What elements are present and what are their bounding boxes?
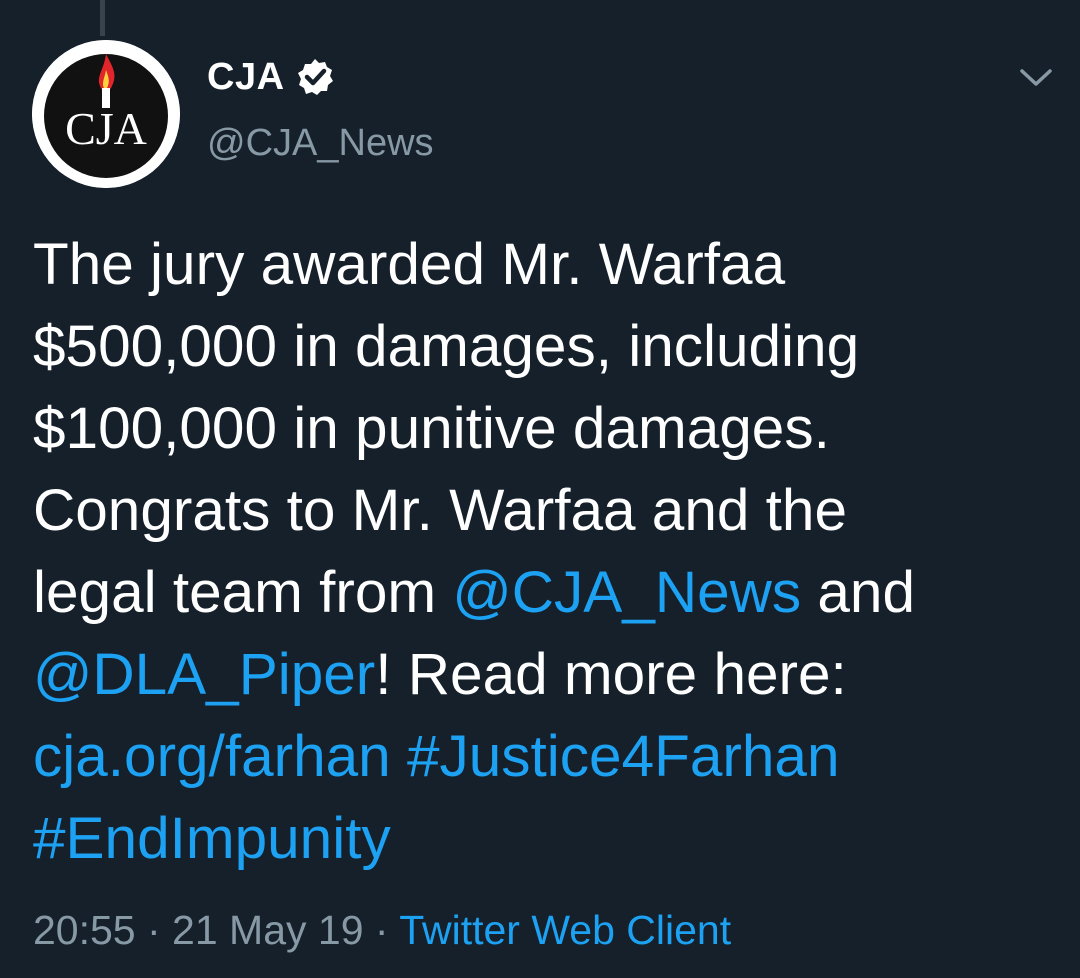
hashtag-link-justice4farhan[interactable]: #Justice4Farhan [407,724,840,789]
tweet-text-space [391,724,407,789]
tweet-text-line: Congrats to Mr. Warfaa and the [33,478,847,543]
chevron-down-icon[interactable] [1016,62,1056,92]
hashtag-link-endimpunity[interactable]: #EndImpunity [33,806,391,871]
mention-link-dla-piper[interactable]: @DLA_Piper [33,642,375,707]
verified-badge-icon [297,59,333,95]
display-name[interactable]: CJA [207,56,285,99]
tweet-text-line: $100,000 in punitive damages. [33,396,830,461]
tweet-time[interactable]: 20:55 [33,907,136,953]
tweet-text-fragment: and [801,560,915,625]
tweet-meta: 20:55 · 21 May 19 · Twitter Web Client [33,902,731,958]
thread-connector-line [100,0,105,36]
mention-link-cja-news[interactable]: @CJA_News [452,560,801,625]
tweet-source-link[interactable]: Twitter Web Client [399,907,731,953]
tweet-text-fragment: legal team from [33,560,453,625]
avatar-logo-text: CJA [65,103,147,154]
tweet-text-line: The jury awarded Mr. Warfaa [33,232,786,297]
tweet-text: The jury awarded Mr. Warfaa $500,000 in … [33,224,1053,880]
tweet-text-fragment: ! Read more here: [375,642,847,707]
meta-separator: · [135,907,173,953]
author-handle[interactable]: @CJA_News [207,122,434,165]
avatar[interactable]: CJA [32,40,180,188]
tweet-date[interactable]: 21 May 19 [172,907,363,953]
cja-logo-flame-icon: CJA [32,40,180,188]
meta-separator: · [363,907,400,953]
url-link[interactable]: cja.org/farhan [33,724,391,789]
tweet-text-line: $500,000 in damages, including [33,314,860,379]
author-name-row[interactable]: CJA [207,54,335,100]
